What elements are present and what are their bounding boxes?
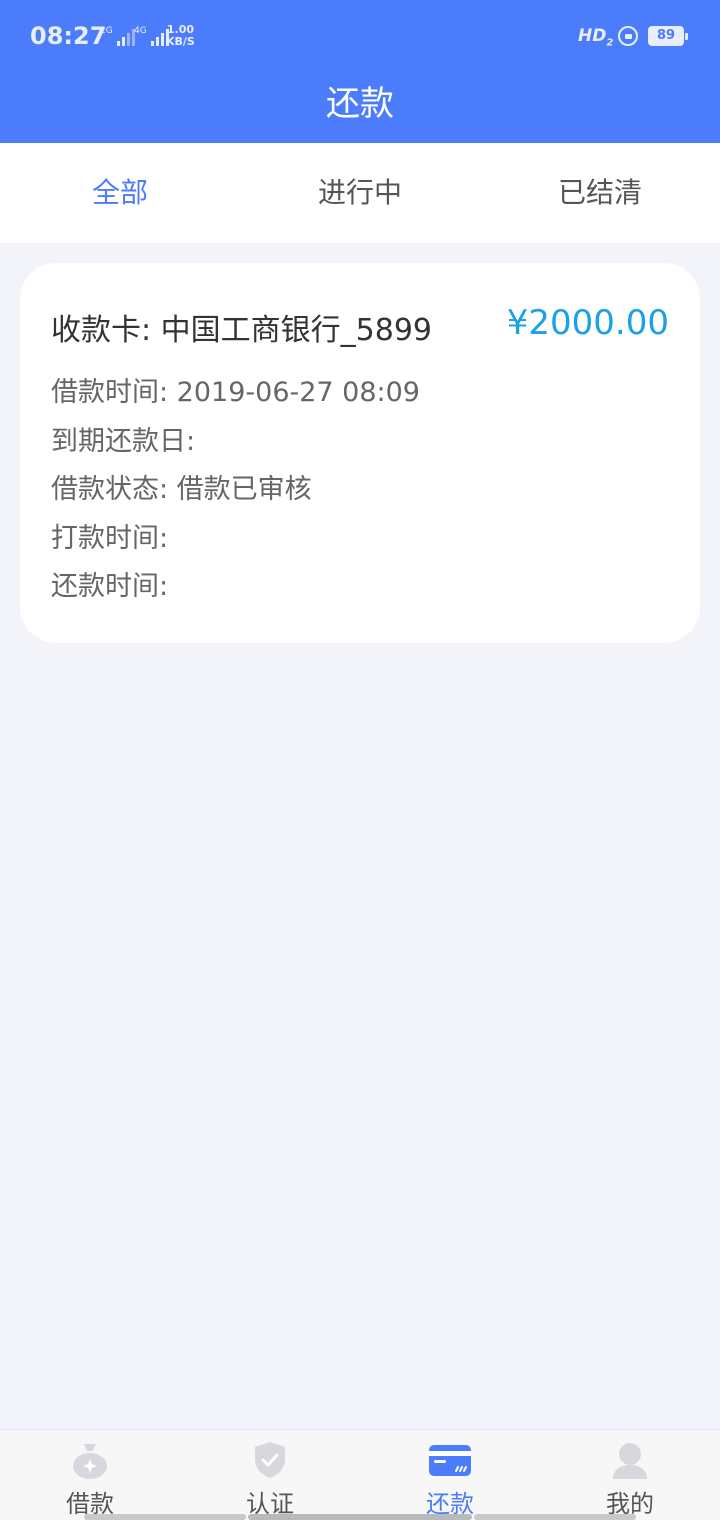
header: 08:27 2G 4G 1.00 KB/S HD2 89 还款: [0, 0, 720, 143]
tabbar-item-verify[interactable]: 认证: [180, 1430, 360, 1520]
tab-in-progress[interactable]: 进行中: [240, 143, 480, 243]
hd-sub-label: 2: [606, 37, 614, 49]
home-indicator-center[interactable]: [248, 1514, 472, 1520]
status-time: 08:27: [30, 22, 107, 50]
battery-icon: 89: [648, 26, 688, 46]
network-speed: 1.00 KB/S: [166, 24, 195, 48]
signal-sim2-icon: 4G: [134, 26, 169, 46]
card-details: 借款时间: 2019-06-27 08:09 到期还款日: 借款状态: 借款已审…: [51, 373, 420, 616]
bottom-tabbar: 借款 认证 还款 我的: [0, 1429, 720, 1520]
shield-check-icon: [255, 1442, 285, 1478]
sim1-label: 2G: [100, 26, 113, 36]
repay-time-row: 还款时间:: [51, 571, 169, 602]
card-amount: ¥2000.00: [506, 303, 669, 343]
speed-unit: KB/S: [166, 35, 195, 48]
hd-label: HD: [578, 26, 607, 46]
tab-settled[interactable]: 已结清: [480, 143, 720, 243]
hd-icon: HD2: [578, 26, 613, 48]
money-bag-icon: [73, 1444, 107, 1479]
tab-all[interactable]: 全部: [0, 143, 240, 243]
loan-card[interactable]: 收款卡: 中国工商银行_5899 ¥2000.00 借款时间: 2019-06-…: [20, 263, 700, 643]
tabbar-item-repay[interactable]: 还款: [360, 1430, 540, 1520]
payout-time-row: 打款时间:: [51, 522, 169, 554]
loan-status-row: 借款状态: 借款已审核: [51, 474, 312, 505]
home-indicator-left: [84, 1514, 246, 1520]
tabbar-item-loan[interactable]: 借款: [0, 1430, 180, 1520]
loan-time-row: 借款时间: 2019-06-27 08:09: [51, 377, 420, 408]
filter-tabs: 全部 进行中 已结清: [0, 143, 720, 243]
page-title: 还款: [326, 84, 394, 124]
card-title: 收款卡: 中国工商银行_5899: [51, 313, 432, 348]
sim2-label: 4G: [134, 26, 147, 36]
tabbar-item-me[interactable]: 我的: [540, 1430, 720, 1520]
rotation-lock-icon: [618, 26, 638, 46]
signal-sim1-icon: 2G: [100, 26, 135, 46]
card-icon: [429, 1445, 471, 1476]
user-icon: [613, 1443, 647, 1479]
status-bar: 08:27 2G 4G 1.00 KB/S HD2 89: [0, 0, 720, 70]
home-indicator-right: [474, 1514, 636, 1520]
due-date-row: 到期还款日:: [51, 425, 196, 457]
